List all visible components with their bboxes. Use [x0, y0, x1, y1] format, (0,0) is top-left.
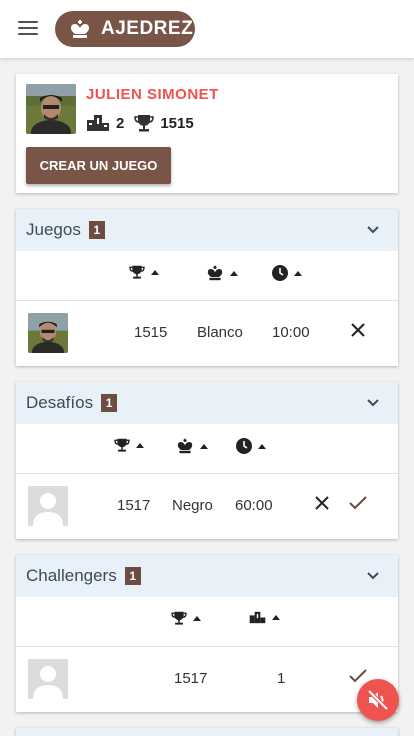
- chevron-down-icon[interactable]: [366, 568, 380, 582]
- sort-arrow-up-icon: [294, 270, 302, 276]
- chess-king-icon: [177, 438, 193, 454]
- tournaments-count: 2: [116, 114, 125, 132]
- games-panel: Juegos 1 1515 Blanco 10:00: [16, 209, 398, 366]
- check-icon[interactable]: [349, 496, 367, 510]
- opponent-avatar: [28, 313, 68, 353]
- mute-sound-button[interactable]: [357, 679, 399, 721]
- trophy-icon: [114, 438, 130, 452]
- challenges-panel-title: Desafíos: [26, 393, 94, 412]
- games-panel-title: Juegos: [26, 220, 81, 239]
- challenge-color: Negro: [172, 497, 213, 514]
- profile-card: JULIEN SIMONET 2 1515 CREAR UN JUEGO: [16, 74, 398, 193]
- game-rating: 1515: [134, 324, 168, 341]
- challenges-sort-row: [16, 424, 398, 474]
- challenger-rating: 1517: [174, 670, 208, 687]
- clock-icon: [236, 438, 252, 454]
- clock-icon: [272, 265, 288, 281]
- sort-arrow-up-icon: [151, 269, 159, 275]
- sort-by-time[interactable]: [272, 265, 302, 281]
- default-avatar-icon: [28, 659, 68, 699]
- challenge-rating: 1517: [117, 497, 151, 514]
- sort-arrow-up-icon: [136, 442, 144, 448]
- create-game-button[interactable]: CREAR UN JUEGO: [26, 147, 171, 184]
- chevron-down-icon[interactable]: [366, 395, 380, 409]
- games-panel-header[interactable]: Juegos 1: [16, 209, 398, 251]
- sort-by-rating[interactable]: [171, 611, 201, 625]
- default-avatar-icon: [28, 486, 68, 526]
- challenges-count-badge: 1: [101, 394, 118, 412]
- app-title: AJEDREZ: [101, 18, 194, 39]
- challenge-time: 60:00: [235, 497, 273, 514]
- podium-icon: [249, 611, 266, 624]
- challenger-rank: 1: [277, 670, 286, 687]
- games-sort-row: [16, 251, 398, 301]
- sort-by-color[interactable]: [206, 265, 238, 281]
- sort-arrow-up-icon: [193, 615, 201, 621]
- table-row[interactable]: 1517 Negro 60:00: [16, 474, 398, 538]
- sort-by-time[interactable]: [236, 438, 266, 454]
- games-count-badge: 1: [88, 221, 105, 239]
- player-rating: 1515: [160, 114, 194, 132]
- chess-king-icon: [207, 265, 223, 281]
- close-icon[interactable]: [351, 323, 365, 337]
- table-row[interactable]: 1515 Blanco 10:00: [16, 301, 398, 365]
- challengers-count-badge: 1: [124, 567, 141, 585]
- volume-mute-icon: [367, 690, 389, 710]
- player-stats: 2 1515: [86, 114, 204, 132]
- player-name: JULIEN SIMONET: [86, 86, 219, 103]
- sort-arrow-up-icon: [230, 270, 238, 276]
- next-panel-header: [16, 728, 398, 736]
- table-row[interactable]: 1517 1: [16, 647, 398, 711]
- player-avatar: [26, 84, 76, 134]
- chess-king-icon: [71, 20, 89, 38]
- challengers-panel-title: Challengers: [26, 566, 117, 585]
- sort-arrow-up-icon: [258, 443, 266, 449]
- check-icon[interactable]: [349, 669, 367, 683]
- trophy-icon: [171, 611, 187, 625]
- sort-by-rating[interactable]: [129, 265, 159, 279]
- trophy-icon: [134, 115, 155, 132]
- challenges-panel-header[interactable]: Desafíos 1: [16, 382, 398, 424]
- challengers-sort-row: [16, 597, 398, 647]
- sort-by-rating[interactable]: [114, 438, 144, 452]
- sort-by-rank[interactable]: [249, 611, 280, 624]
- game-time: 10:00: [272, 324, 310, 341]
- challengers-panel: Challengers 1 1517 1: [16, 555, 398, 712]
- sort-by-color[interactable]: [176, 438, 208, 454]
- sort-arrow-up-icon: [272, 615, 280, 620]
- sort-arrow-up-icon: [200, 443, 208, 449]
- hamburger-menu-icon[interactable]: [18, 21, 38, 37]
- trophy-icon: [129, 265, 145, 279]
- close-icon[interactable]: [315, 496, 329, 510]
- podium-icon: [87, 115, 109, 131]
- game-color: Blanco: [197, 324, 243, 341]
- challenges-panel: Desafíos 1 1517 Negro 60:00: [16, 382, 398, 539]
- challengers-panel-header[interactable]: Challengers 1: [16, 555, 398, 597]
- top-app-bar: AJEDREZ: [0, 0, 414, 58]
- brand-home-button[interactable]: AJEDREZ: [55, 11, 195, 47]
- chevron-down-icon[interactable]: [366, 222, 380, 236]
